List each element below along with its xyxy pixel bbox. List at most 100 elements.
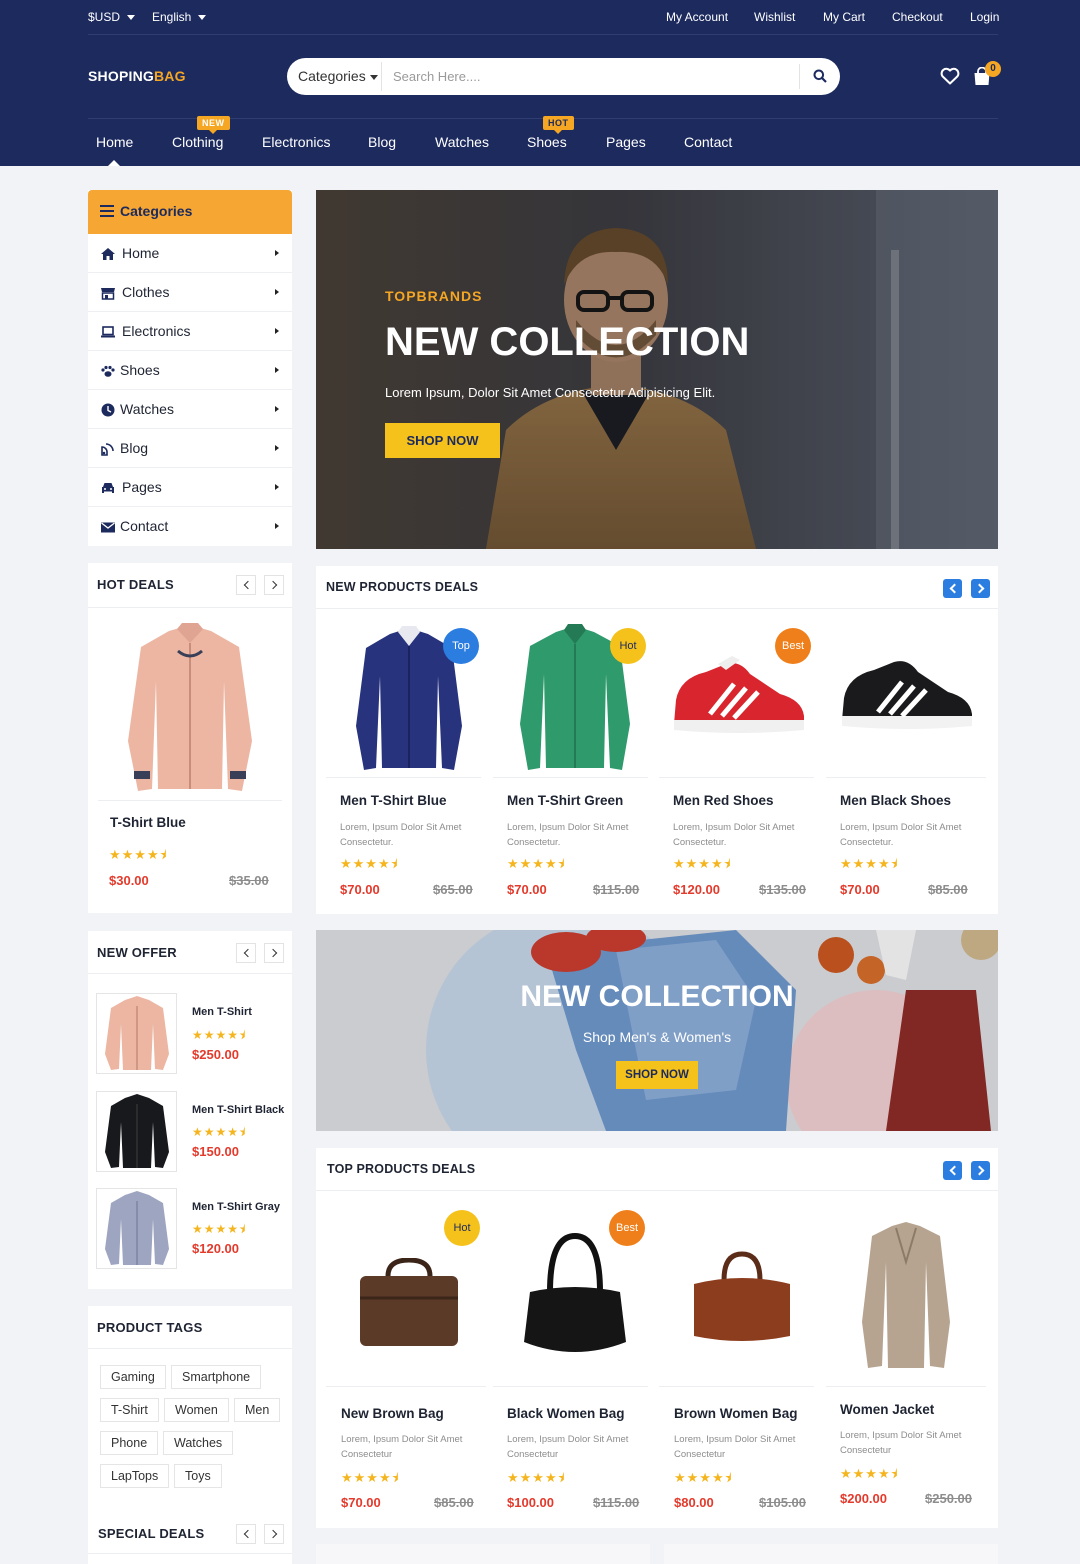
product-price: $80.00 bbox=[674, 1495, 714, 1510]
category-clothes[interactable]: Clothes bbox=[88, 273, 292, 312]
search-button[interactable] bbox=[799, 64, 835, 89]
rating-stars: ★★★★⯨ bbox=[840, 1466, 899, 1481]
collection-banner-title: NEW COLLECTION bbox=[520, 980, 794, 1013]
divider bbox=[88, 34, 998, 35]
site-logo[interactable]: SHOPINGBAG bbox=[88, 68, 186, 84]
divider bbox=[659, 777, 814, 778]
divider bbox=[326, 777, 481, 778]
collection-banner: NEW COLLECTION Shop Men's & Women's SHOP… bbox=[316, 930, 998, 1131]
my-account-link[interactable]: My Account bbox=[666, 10, 728, 24]
product-price: $70.00 bbox=[341, 1495, 381, 1510]
category-home[interactable]: Home bbox=[88, 234, 292, 273]
product-name[interactable]: Men T-Shirt Blue bbox=[340, 793, 447, 808]
category-contact[interactable]: Contact bbox=[88, 507, 292, 546]
nav-home[interactable]: Home bbox=[96, 134, 133, 150]
chevron-right-icon bbox=[275, 289, 279, 295]
product-name[interactable]: New Brown Bag bbox=[341, 1406, 444, 1421]
product-name[interactable]: Brown Women Bag bbox=[674, 1406, 798, 1421]
product-name[interactable]: Men Black Shoes bbox=[840, 793, 951, 808]
category-watches[interactable]: Watches bbox=[88, 390, 292, 429]
tag-women[interactable]: Women bbox=[164, 1398, 229, 1422]
promo-banner-right[interactable] bbox=[664, 1544, 998, 1564]
category-electronics[interactable]: Electronics bbox=[88, 312, 292, 351]
hot-deal-product-name[interactable]: T-Shirt Blue bbox=[110, 815, 186, 830]
product-tags-widget: PRODUCT TAGS Gaming Smartphone T-Shirt W… bbox=[88, 1306, 292, 1512]
wishlist-link[interactable]: Wishlist bbox=[754, 10, 795, 24]
rating-stars: ★★★★⯨ bbox=[192, 1125, 247, 1139]
black-shoe-image bbox=[842, 661, 972, 729]
nav-contact[interactable]: Contact bbox=[684, 134, 732, 150]
product-description: Lorem, Ipsum Dolor Sit Amet Consectetur. bbox=[340, 822, 462, 848]
divider bbox=[88, 607, 292, 608]
new-offer-prev-button[interactable] bbox=[236, 943, 256, 963]
jacket-image bbox=[862, 1222, 950, 1368]
new-products-next-button[interactable] bbox=[971, 579, 990, 598]
divider bbox=[88, 1348, 292, 1349]
tag-phone[interactable]: Phone bbox=[100, 1431, 159, 1455]
product-name[interactable]: Men T-Shirt Green bbox=[507, 793, 623, 808]
top-products-prev-button[interactable] bbox=[943, 1161, 962, 1180]
new-products-prev-button[interactable] bbox=[943, 579, 962, 598]
currency-select[interactable]: $USD bbox=[88, 10, 136, 24]
collection-shop-now-button[interactable]: SHOP NOW bbox=[616, 1061, 698, 1089]
categories-header[interactable]: Categories bbox=[88, 190, 292, 234]
rating-stars: ★★★★⯨ bbox=[109, 847, 168, 862]
chevron-right-icon bbox=[275, 406, 279, 412]
search-category-select[interactable]: Categories bbox=[298, 68, 378, 84]
category-blog[interactable]: Blog bbox=[88, 429, 292, 468]
tag-smartphone[interactable]: Smartphone bbox=[171, 1365, 262, 1389]
active-indicator bbox=[108, 160, 120, 166]
chevron-right-icon bbox=[275, 250, 279, 256]
tag-tshirt[interactable]: T-Shirt bbox=[100, 1398, 159, 1422]
black-bag-image bbox=[524, 1232, 626, 1352]
new-offer-next-button[interactable] bbox=[264, 943, 284, 963]
hot-deal-price: $30.00 bbox=[109, 873, 149, 888]
product-name[interactable]: Men Red Shoes bbox=[673, 793, 774, 808]
login-link[interactable]: Login bbox=[970, 10, 999, 24]
rating-stars: ★★★★⯨ bbox=[341, 1470, 400, 1485]
hot-deals-prev-button[interactable] bbox=[236, 575, 256, 595]
divider bbox=[826, 777, 986, 778]
category-pages[interactable]: Pages bbox=[88, 468, 292, 507]
wishlist-heart-icon[interactable] bbox=[940, 67, 960, 85]
special-deals-widget: SPECIAL DEALS bbox=[88, 1512, 292, 1564]
tag-watches[interactable]: Watches bbox=[163, 1431, 234, 1455]
divider bbox=[316, 1190, 998, 1191]
checkout-link[interactable]: Checkout bbox=[892, 10, 943, 24]
search-input[interactable] bbox=[381, 62, 791, 91]
product-name[interactable]: Women Jacket bbox=[840, 1402, 934, 1417]
product-old-price: $115.00 bbox=[593, 1495, 640, 1510]
offer-price: $150.00 bbox=[192, 1144, 239, 1159]
top-products-next-button[interactable] bbox=[971, 1161, 990, 1180]
chevron-right-icon bbox=[275, 484, 279, 490]
pink-shirt-image bbox=[105, 996, 169, 1070]
product-name[interactable]: Black Women Bag bbox=[507, 1406, 625, 1421]
nav-blog[interactable]: Blog bbox=[368, 134, 396, 150]
tag-men[interactable]: Men bbox=[234, 1398, 281, 1422]
language-select[interactable]: English bbox=[152, 10, 207, 24]
nav-watches[interactable]: Watches bbox=[435, 134, 489, 150]
tag-toys[interactable]: Toys bbox=[174, 1464, 222, 1488]
special-deals-prev-button[interactable] bbox=[236, 1524, 256, 1544]
hot-deal-old-price: $35.00 bbox=[229, 873, 269, 888]
my-cart-link[interactable]: My Cart bbox=[823, 10, 865, 24]
product-price: $120.00 bbox=[673, 882, 720, 897]
promo-banner-left[interactable] bbox=[316, 1544, 650, 1564]
nav-clothing[interactable]: Clothing bbox=[172, 134, 223, 150]
hero-shop-now-button[interactable]: SHOP NOW bbox=[385, 423, 500, 458]
product-badge: Best bbox=[609, 1210, 645, 1246]
tag-gaming[interactable]: Gaming bbox=[100, 1365, 166, 1389]
nav-pages[interactable]: Pages bbox=[606, 134, 646, 150]
category-shoes[interactable]: Shoes bbox=[88, 351, 292, 390]
special-deals-next-button[interactable] bbox=[264, 1524, 284, 1544]
site-header: $USD English My Account Wishlist My Cart… bbox=[0, 0, 1080, 166]
nav-electronics[interactable]: Electronics bbox=[262, 134, 330, 150]
tag-laptops[interactable]: LapTops bbox=[100, 1464, 170, 1488]
product-old-price: $105.00 bbox=[759, 1495, 806, 1510]
paw-icon bbox=[101, 365, 115, 377]
hot-deals-next-button[interactable] bbox=[264, 575, 284, 595]
chevron-right-icon bbox=[275, 445, 279, 451]
product-description: Lorem, Ipsum Dolor Sit Amet Consectetur bbox=[674, 1434, 796, 1460]
cart-count-badge: 0 bbox=[985, 61, 1001, 77]
nav-shoes[interactable]: Shoes bbox=[527, 134, 567, 150]
